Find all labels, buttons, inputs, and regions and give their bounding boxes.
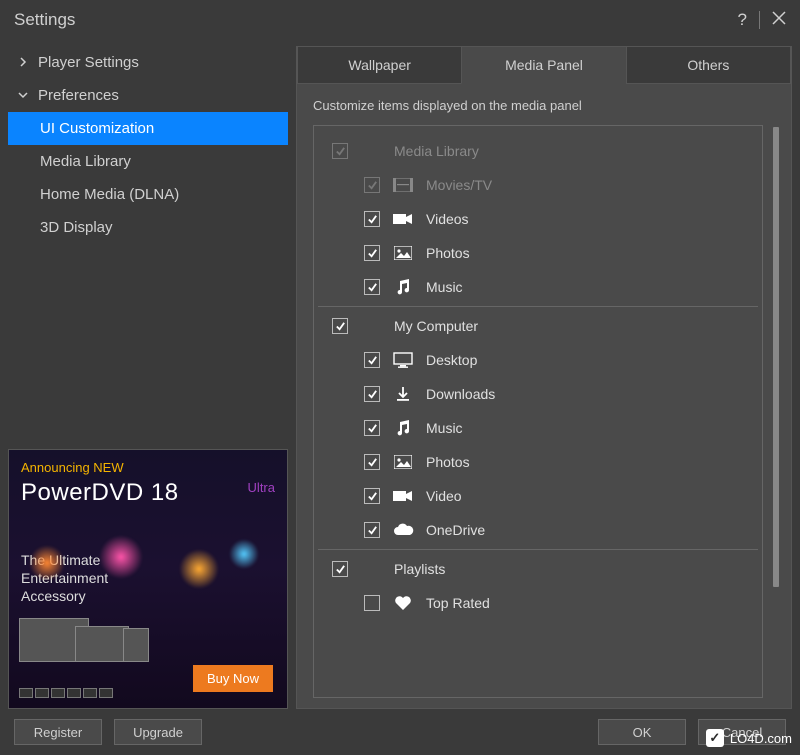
footer: Register Upgrade OK Cancel ✓ LO4D.com — [0, 709, 800, 755]
ok-button[interactable]: OK — [598, 719, 686, 745]
download-icon — [392, 385, 414, 403]
help-icon[interactable]: ? — [738, 10, 747, 30]
checkbox-media-library — [332, 143, 348, 159]
tree-item-onedrive[interactable]: OneDrive — [318, 513, 758, 547]
chevron-right-icon — [18, 54, 30, 71]
titlebar-controls: ? — [738, 10, 786, 30]
checkbox-mc-video[interactable] — [364, 488, 380, 504]
tree-item-movies-tv: Movies/TV — [318, 168, 758, 202]
ad-announcing-text: Announcing NEW — [21, 460, 275, 475]
sidebar-group-player-settings[interactable]: Player Settings — [8, 46, 288, 79]
media-panel-tree: Media Library Movies/TV — [313, 125, 763, 698]
ad-buy-now-button[interactable]: Buy Now — [193, 665, 273, 692]
register-button[interactable]: Register — [14, 719, 102, 745]
sidebar-item-3d-display[interactable]: 3D Display — [8, 211, 288, 244]
chevron-down-icon — [18, 87, 30, 104]
video-camera-icon — [392, 210, 414, 228]
tree-item-my-computer[interactable]: My Computer — [318, 309, 758, 343]
cloud-icon — [392, 521, 414, 539]
tab-wallpaper[interactable]: Wallpaper — [297, 46, 462, 84]
cancel-button[interactable]: Cancel — [698, 719, 786, 745]
tree-item-mc-video[interactable]: Video — [318, 479, 758, 513]
upgrade-button[interactable]: Upgrade — [114, 719, 202, 745]
video-camera-icon — [392, 487, 414, 505]
tree-item-desktop[interactable]: Desktop — [318, 343, 758, 377]
fireworks-graphic — [9, 535, 287, 605]
titlebar: Settings ? — [0, 0, 800, 40]
heart-icon — [392, 594, 414, 612]
sidebar-group-preferences[interactable]: Preferences — [8, 79, 288, 112]
tree-item-music[interactable]: Music — [318, 270, 758, 304]
tree-item-media-library: Media Library — [318, 134, 758, 168]
music-note-icon — [392, 419, 414, 437]
film-icon — [392, 176, 414, 194]
checkbox-videos[interactable] — [364, 211, 380, 227]
tree-label: Desktop — [426, 352, 758, 368]
ad-edition-text: Ultra — [248, 480, 275, 495]
tree-label: My Computer — [394, 318, 758, 334]
tree-item-top-rated[interactable]: Top Rated — [318, 586, 758, 620]
tree-divider — [318, 549, 758, 550]
checkbox-mc-photos[interactable] — [364, 454, 380, 470]
checkbox-playlists[interactable] — [332, 561, 348, 577]
tree-item-videos[interactable]: Videos — [318, 202, 758, 236]
checkbox-desktop[interactable] — [364, 352, 380, 368]
window-title: Settings — [14, 10, 75, 30]
tab-others[interactable]: Others — [626, 46, 791, 84]
tree-label: Music — [426, 420, 758, 436]
titlebar-divider — [759, 11, 760, 29]
settings-panel: Wallpaper Media Panel Others Customize i… — [296, 46, 792, 709]
tree-label: Videos — [426, 211, 758, 227]
advertisement-panel[interactable]: Announcing NEW Ultra PowerDVD 18 The Ult… — [8, 449, 288, 709]
panel-body: Customize items displayed on the media p… — [297, 84, 791, 708]
devices-graphic — [19, 612, 277, 662]
checkbox-music[interactable] — [364, 279, 380, 295]
checkbox-downloads[interactable] — [364, 386, 380, 402]
tree-label: Music — [426, 279, 758, 295]
sidebar-item-ui-customization[interactable]: UI Customization — [8, 112, 288, 145]
image-icon — [392, 244, 414, 262]
sidebar-group-label: Preferences — [38, 87, 119, 104]
tree-label: Movies/TV — [426, 177, 758, 193]
tree-divider — [318, 306, 758, 307]
tree-label: Video — [426, 488, 758, 504]
tree-label: OneDrive — [426, 522, 758, 538]
checkbox-top-rated[interactable] — [364, 595, 380, 611]
tab-bar: Wallpaper Media Panel Others — [297, 46, 791, 84]
settings-window: Settings ? Player Settings Preferenc — [0, 0, 800, 755]
thumbnails-graphic — [19, 688, 113, 698]
sidebar-group-label: Player Settings — [38, 54, 139, 71]
tree-label: Photos — [426, 245, 758, 261]
scrollbar[interactable] — [773, 127, 779, 587]
checkbox-photos[interactable] — [364, 245, 380, 261]
checkbox-movies-tv — [364, 177, 380, 193]
sidebar: Player Settings Preferences UI Customiza… — [8, 46, 288, 709]
monitor-icon — [392, 351, 414, 369]
music-note-icon — [392, 278, 414, 296]
close-icon[interactable] — [772, 10, 786, 30]
checkbox-mc-music[interactable] — [364, 420, 380, 436]
tree-label: Top Rated — [426, 595, 758, 611]
tree-label: Downloads — [426, 386, 758, 402]
tree-item-mc-photos[interactable]: Photos — [318, 445, 758, 479]
tree-item-mc-music[interactable]: Music — [318, 411, 758, 445]
tree-label: Photos — [426, 454, 758, 470]
checkbox-onedrive[interactable] — [364, 522, 380, 538]
ad-product-name: PowerDVD 18 — [21, 479, 275, 507]
tree-label: Media Library — [394, 143, 758, 159]
tree-item-playlists[interactable]: Playlists — [318, 552, 758, 586]
tree-item-photos[interactable]: Photos — [318, 236, 758, 270]
tab-media-panel[interactable]: Media Panel — [461, 46, 626, 84]
sidebar-item-home-media-dlna[interactable]: Home Media (DLNA) — [8, 178, 288, 211]
main-area: Player Settings Preferences UI Customiza… — [0, 40, 800, 709]
checkbox-my-computer[interactable] — [332, 318, 348, 334]
image-icon — [392, 453, 414, 471]
panel-description: Customize items displayed on the media p… — [313, 98, 779, 113]
tree-item-downloads[interactable]: Downloads — [318, 377, 758, 411]
sidebar-item-media-library[interactable]: Media Library — [8, 145, 288, 178]
tree-label: Playlists — [394, 561, 758, 577]
